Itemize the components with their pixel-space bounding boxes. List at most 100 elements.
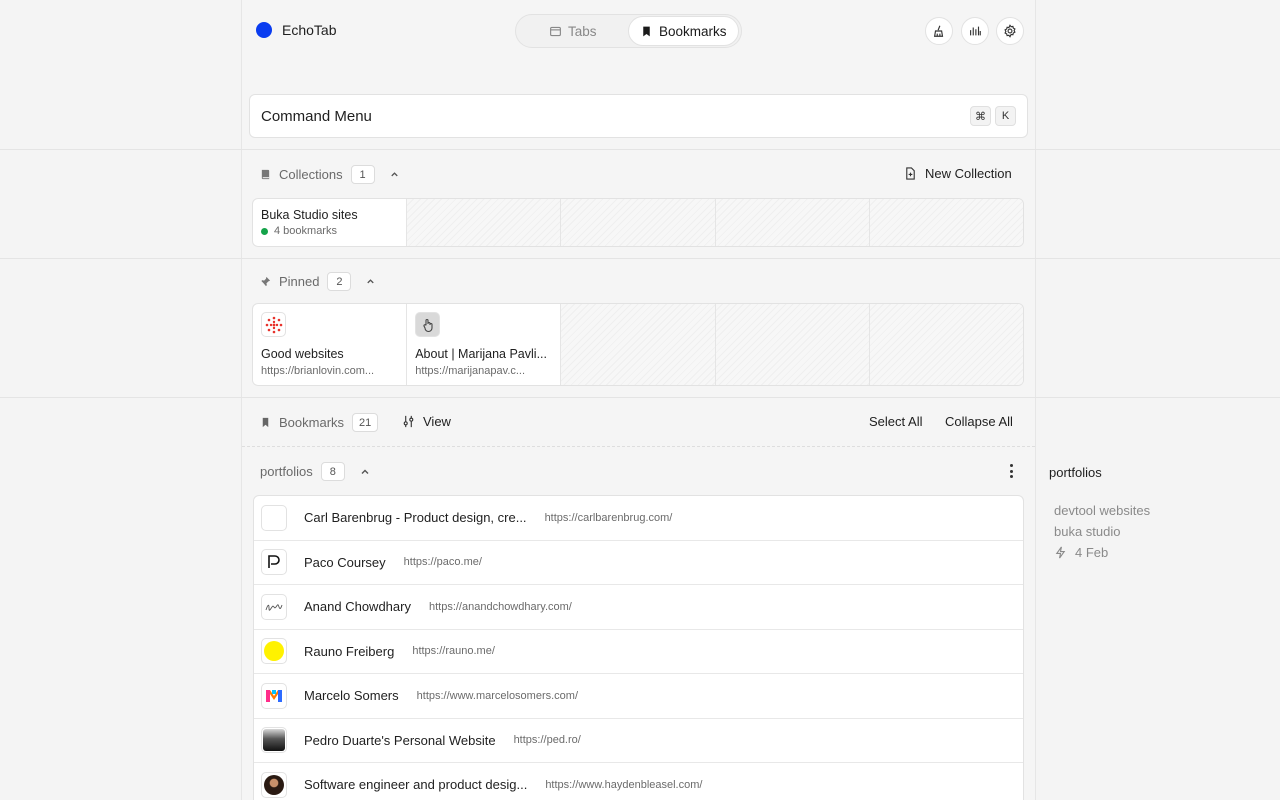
divider: [0, 397, 1280, 398]
view-label: View: [423, 414, 451, 429]
blank-favicon-icon: [261, 504, 287, 531]
side-group-link[interactable]: buka studio: [1054, 524, 1121, 539]
gear-icon: [1004, 24, 1016, 38]
more-options-icon[interactable]: [1004, 462, 1018, 480]
collection-count-text: 4 bookmarks: [274, 225, 337, 237]
side-date: 4 Feb: [1054, 545, 1108, 560]
shortcut-k-key: K: [995, 106, 1016, 126]
bookmark-title: Marcelo Somers: [304, 688, 399, 704]
dark-gradient-icon: [261, 727, 287, 754]
list-item[interactable]: Pedro Duarte's Personal Website https://…: [254, 719, 1023, 763]
collections-header: Collections 1: [260, 165, 400, 184]
bookmark-url: https://paco.me/: [403, 556, 482, 569]
bookmark-title: Paco Coursey: [304, 554, 386, 570]
chevron-up-icon[interactable]: [359, 466, 371, 478]
list-item[interactable]: Software engineer and product desig... h…: [254, 763, 1023, 800]
empty-slot: [869, 304, 1023, 385]
dashed-divider: [242, 446, 1035, 447]
bookmark-icon: [643, 26, 650, 36]
tab-bookmarks-label: Bookmarks: [658, 23, 727, 39]
tab-bookmarks[interactable]: Bookmarks: [627, 16, 739, 46]
bookmark-title: Pedro Duarte's Personal Website: [304, 732, 496, 748]
empty-slot: [869, 199, 1023, 246]
settings-button[interactable]: [996, 17, 1024, 45]
empty-slot: [715, 304, 870, 385]
list-item[interactable]: Carl Barenbrug - Product design, cre... …: [254, 496, 1023, 541]
collection-subtitle: 4 bookmarks: [261, 225, 400, 237]
p-logo-icon: [261, 549, 287, 576]
chevron-up-icon[interactable]: [389, 169, 400, 180]
lightning-icon: [1055, 546, 1066, 559]
side-panel-title: portfolios: [1049, 465, 1102, 480]
list-item[interactable]: Paco Coursey https://paco.me/: [254, 541, 1023, 585]
bookmark-url: https://ped.ro/: [513, 734, 581, 747]
bookmark-icon: [262, 417, 269, 428]
group-count: 8: [320, 462, 345, 481]
collection-title: Buka Studio sites: [261, 208, 358, 222]
bookmark-url: https://www.marcelosomers.com/: [416, 689, 579, 702]
pinned-label: Pinned: [279, 274, 320, 289]
divider: [0, 149, 1280, 150]
bookmark-list: Carl Barenbrug - Product design, cre... …: [253, 495, 1024, 800]
signature-icon: [261, 593, 287, 620]
side-group-label: buka studio: [1054, 524, 1121, 539]
empty-slot: [561, 304, 716, 385]
shortcut-mod-key: ⌘: [970, 106, 991, 126]
collection-card[interactable]: Buka Studio sites 4 bookmarks: [253, 199, 408, 246]
window-icon: [550, 26, 561, 36]
collections-grid: Buka Studio sites 4 bookmarks: [252, 198, 1024, 247]
bookmark-url: https://carlbarenbrug.com/: [544, 511, 673, 524]
select-all-button[interactable]: Select All: [869, 414, 922, 429]
bookmarks-count: 21: [352, 413, 379, 432]
empty-slot: [561, 199, 716, 246]
list-item[interactable]: Rauno Freiberg https://rauno.me/: [254, 630, 1023, 674]
view-toggle: Tabs Bookmarks: [515, 14, 742, 48]
bars-icon: [970, 26, 981, 36]
bookmark-url: https://rauno.me/: [412, 645, 495, 658]
pinned-card[interactable]: About | Marijana Pavli... https://marija…: [407, 304, 562, 385]
tab-tabs[interactable]: Tabs: [518, 16, 628, 46]
group-header: portfolios 8: [260, 462, 371, 481]
new-collection-label: New Collection: [925, 166, 1012, 181]
pinned-title: About | Marijana Pavli...: [415, 347, 547, 361]
pin-icon: [260, 276, 271, 287]
yellow-circle-icon: [261, 638, 287, 665]
collapse-all-label: Collapse All: [945, 414, 1013, 429]
collections-label: Collections: [279, 167, 343, 182]
bookmarks-header: Bookmarks 21: [260, 413, 379, 432]
clean-button[interactable]: [925, 17, 953, 45]
divider: [0, 258, 1280, 259]
side-group-link[interactable]: devtool websites: [1054, 503, 1150, 518]
collapse-all-button[interactable]: Collapse All: [945, 414, 1013, 429]
broom-icon: [933, 25, 944, 37]
pinned-title: Good websites: [261, 347, 344, 361]
brand-logo-icon: [256, 22, 272, 38]
sun-dots-icon: [261, 312, 286, 337]
pinned-count: 2: [327, 272, 352, 291]
new-collection-button[interactable]: New Collection: [904, 166, 1012, 181]
status-dot-icon: [261, 227, 268, 235]
chevron-up-icon[interactable]: [365, 276, 376, 287]
pinned-header: Pinned 2: [260, 272, 376, 291]
bookmark-url: https://www.haydenbleasel.com/: [545, 778, 703, 791]
empty-slot: [407, 199, 562, 246]
pinned-url: https://brianlovin.com...: [261, 365, 375, 377]
bookmark-url: https://anandchowdhary.com/: [428, 600, 572, 613]
empty-slot: [715, 199, 870, 246]
group-name: portfolios: [260, 464, 313, 479]
list-item[interactable]: Anand Chowdhary https://anandchowdhary.c…: [254, 585, 1023, 630]
command-menu-input[interactable]: Command Menu ⌘ K: [249, 94, 1028, 138]
bookmarks-label: Bookmarks: [279, 415, 345, 430]
bookmark-title: Software engineer and product desig...: [304, 777, 528, 793]
list-item[interactable]: Marcelo Somers https://www.marcelosomers…: [254, 674, 1023, 719]
tab-tabs-label: Tabs: [567, 23, 597, 39]
bookmark-title: Anand Chowdhary: [304, 599, 411, 615]
stats-button[interactable]: [961, 17, 989, 45]
bookmark-title: Carl Barenbrug - Product design, cre...: [304, 510, 527, 526]
avatar-icon: [261, 771, 287, 798]
pinned-grid: Good websites https://brianlovin.com... …: [252, 303, 1024, 386]
pinned-card[interactable]: Good websites https://brianlovin.com...: [253, 304, 408, 385]
pinned-url: https://marijanapav.c...: [415, 365, 526, 377]
app-brand[interactable]: EchoTab: [256, 22, 336, 38]
view-button[interactable]: View: [402, 414, 451, 429]
